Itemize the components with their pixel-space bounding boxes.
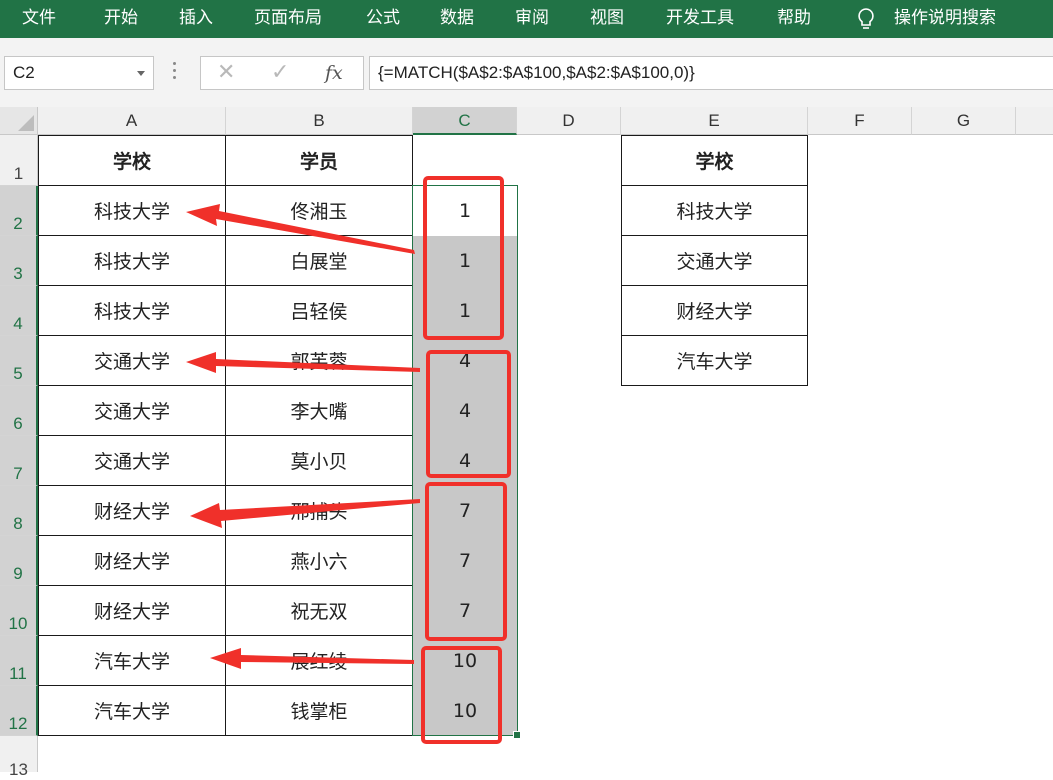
cell-school[interactable]: 科技大学 — [38, 186, 226, 236]
row-header-11[interactable]: 11 — [0, 636, 38, 686]
row-header-2[interactable]: 2 — [0, 186, 38, 236]
column-header-next[interactable] — [1016, 107, 1053, 135]
cell-match-result[interactable]: 1 — [413, 186, 517, 236]
row-header-13[interactable]: 13 — [0, 736, 38, 779]
column-header-c[interactable]: C — [413, 107, 517, 135]
cell-match-result[interactable]: 4 — [413, 436, 517, 486]
column-header-a[interactable]: A — [38, 107, 226, 135]
column-header-b[interactable]: B — [226, 107, 413, 135]
column-header-e[interactable]: E — [621, 107, 808, 135]
cell-match-result[interactable]: 7 — [413, 586, 517, 636]
tab-home[interactable]: 开始 — [104, 0, 138, 38]
cell-student[interactable]: 吕轻侯 — [226, 286, 413, 336]
cell-student[interactable]: 莫小贝 — [226, 436, 413, 486]
cell-match-result[interactable]: 7 — [413, 486, 517, 536]
cell-student[interactable]: 祝无双 — [226, 586, 413, 636]
cell-match-result[interactable]: 1 — [413, 286, 517, 336]
header-student[interactable]: 学员 — [226, 135, 413, 186]
cell-student[interactable]: 郭芙蓉 — [226, 336, 413, 386]
unique-school-item[interactable]: 财经大学 — [621, 286, 808, 336]
column-header-g[interactable]: G — [912, 107, 1016, 135]
tab-formulas[interactable]: 公式 — [366, 0, 400, 38]
cell-school[interactable]: 科技大学 — [38, 236, 226, 286]
name-box-value: C2 — [13, 63, 35, 82]
tab-help[interactable]: 帮助 — [777, 0, 811, 38]
tab-developer[interactable]: 开发工具 — [666, 0, 734, 38]
insert-function-icon[interactable]: fx — [325, 57, 343, 89]
row-header-3[interactable]: 3 — [0, 236, 38, 286]
cell-student[interactable]: 白展堂 — [226, 236, 413, 286]
cell-school[interactable]: 科技大学 — [38, 286, 226, 336]
enter-check-icon[interactable]: ✓ — [271, 57, 289, 89]
tab-data[interactable]: 数据 — [440, 0, 474, 38]
drag-handle-icon[interactable] — [173, 62, 177, 84]
row-header-7[interactable]: 7 — [0, 436, 38, 486]
tab-view[interactable]: 视图 — [590, 0, 624, 38]
tell-me-search[interactable]: 操作说明搜索 — [894, 0, 996, 38]
row-header-6[interactable]: 6 — [0, 386, 38, 436]
cell-school[interactable]: 交通大学 — [38, 436, 226, 486]
cell-school[interactable]: 汽车大学 — [38, 686, 226, 736]
cell-school[interactable]: 交通大学 — [38, 386, 226, 436]
formula-input[interactable]: {=MATCH($A$2:$A$100,$A$2:$A$100,0)} — [369, 56, 1053, 90]
cell-school[interactable]: 财经大学 — [38, 486, 226, 536]
row-header-8[interactable]: 8 — [0, 486, 38, 536]
cell-school[interactable]: 交通大学 — [38, 336, 226, 386]
cell-match-result[interactable]: 10 — [413, 686, 517, 736]
row-header-10[interactable]: 10 — [0, 586, 38, 636]
cell-school[interactable]: 汽车大学 — [38, 636, 226, 686]
row-header-9[interactable]: 9 — [0, 536, 38, 586]
formula-text: {=MATCH($A$2:$A$100,$A$2:$A$100,0)} — [378, 63, 695, 82]
unique-school-item[interactable]: 交通大学 — [621, 236, 808, 286]
column-header-d[interactable]: D — [517, 107, 621, 135]
unique-school-item[interactable]: 科技大学 — [621, 186, 808, 236]
select-all-corner[interactable] — [0, 107, 38, 135]
cell-student[interactable]: 钱掌柜 — [226, 686, 413, 736]
lightbulb-icon[interactable] — [856, 7, 876, 31]
cell-match-result[interactable]: 10 — [413, 636, 517, 686]
cell-match-result[interactable]: 4 — [413, 386, 517, 436]
row-header-12[interactable]: 12 — [0, 686, 38, 736]
name-box[interactable]: C2 — [4, 56, 154, 90]
tab-file[interactable]: 文件 — [22, 0, 56, 38]
cell-student[interactable]: 邢捕头 — [226, 486, 413, 536]
column-header-f[interactable]: F — [808, 107, 912, 135]
formula-buttons: ✕ ✓ fx — [200, 56, 364, 90]
header-school[interactable]: 学校 — [38, 135, 226, 186]
row-header-1[interactable]: 1 — [0, 135, 38, 186]
fill-handle[interactable] — [513, 731, 521, 739]
cancel-icon[interactable]: ✕ — [217, 57, 235, 89]
cell-student[interactable]: 燕小六 — [226, 536, 413, 586]
tab-review[interactable]: 审阅 — [515, 0, 549, 38]
row-header-4[interactable]: 4 — [0, 286, 38, 336]
cell-match-result[interactable]: 4 — [413, 336, 517, 386]
cell-student[interactable]: 李大嘴 — [226, 386, 413, 436]
unique-header-school[interactable]: 学校 — [621, 135, 808, 186]
cell-school[interactable]: 财经大学 — [38, 536, 226, 586]
cell-student[interactable]: 展红绫 — [226, 636, 413, 686]
cell-student[interactable]: 佟湘玉 — [226, 186, 413, 236]
tab-insert[interactable]: 插入 — [179, 0, 213, 38]
row-header-5[interactable]: 5 — [0, 336, 38, 386]
ribbon: 文件 开始 插入 页面布局 公式 数据 审阅 视图 开发工具 帮助 操作说明搜索 — [0, 0, 1053, 38]
cell-match-result[interactable]: 1 — [413, 236, 517, 286]
tab-page-layout[interactable]: 页面布局 — [254, 0, 322, 38]
cell-match-result[interactable]: 7 — [413, 536, 517, 586]
cell-school[interactable]: 财经大学 — [38, 586, 226, 636]
unique-school-item[interactable]: 汽车大学 — [621, 336, 808, 386]
chevron-down-icon[interactable] — [137, 71, 145, 76]
